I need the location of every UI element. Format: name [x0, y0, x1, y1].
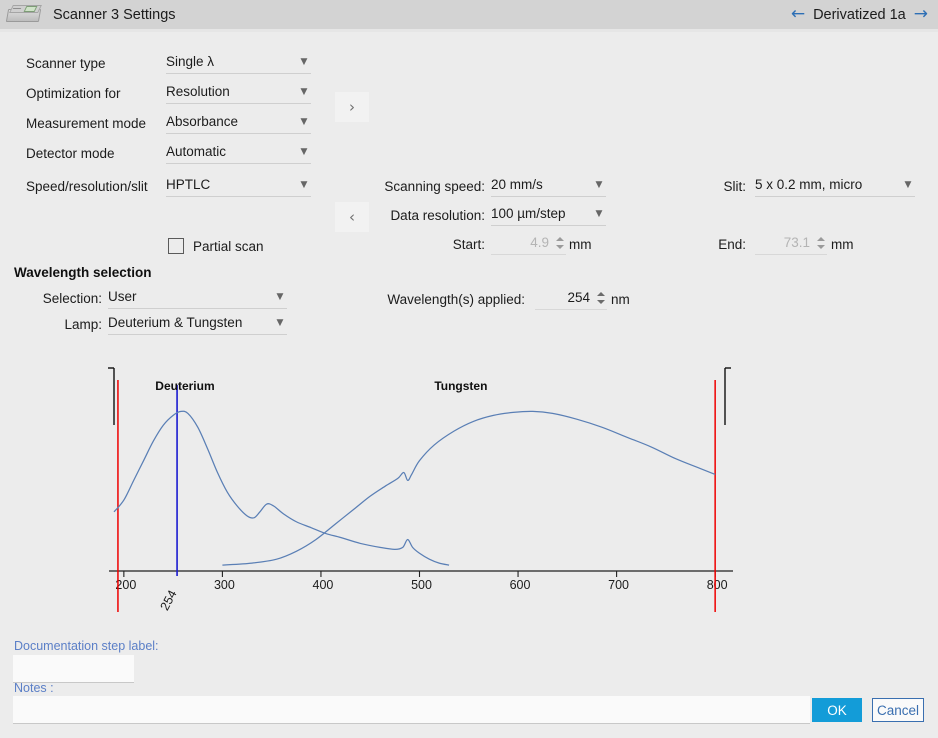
speed-resolution-slit-label: Speed/resolution/slit	[26, 179, 148, 194]
data-resolution-label: Data resolution:	[390, 208, 485, 223]
scanner-type-label: Scanner type	[26, 56, 106, 71]
chevron-down-icon: ▼	[300, 56, 308, 67]
title-bar: Scanner 3 Settings ← Derivatized 1a →	[0, 0, 938, 29]
optimization-for-value: Resolution	[166, 84, 230, 99]
scanner-settings-dialog: Scanner 3 Settings ← Derivatized 1a → Sc…	[0, 0, 938, 738]
chevron-down-icon: ▼	[595, 179, 603, 190]
series-tungsten	[222, 410, 716, 566]
checkbox-box-icon	[168, 238, 184, 254]
chevron-down-icon: ▼	[300, 179, 308, 190]
scanning-speed-label: Scanning speed:	[384, 179, 485, 194]
data-resolution-value: 100 µm/step	[491, 206, 566, 221]
start-value: 4.9	[530, 235, 549, 250]
wavelength-selection-title: Wavelength selection	[14, 265, 152, 280]
lamp-spectrum-chart: 200 300 400 500 600 700 800 254 Deuterium Tungste…	[0, 350, 938, 625]
measurement-mode-dropdown[interactable]: Absorbance ▼	[166, 110, 311, 134]
svg-text:600: 600	[510, 578, 531, 592]
slit-label: Slit:	[723, 179, 746, 194]
annotation-tungsten: Tungsten	[434, 379, 487, 393]
start-label: Start:	[452, 237, 485, 252]
svg-text:254: 254	[158, 588, 180, 613]
notes-caption: Notes :	[14, 681, 54, 695]
selection-label: Selection:	[42, 291, 102, 306]
notes-input[interactable]	[13, 696, 810, 724]
selection-dropdown[interactable]: User ▼	[108, 285, 287, 309]
svg-text:400: 400	[313, 578, 334, 592]
chevron-down-icon: ▼	[300, 86, 308, 97]
wavelength-stepper-icon[interactable]	[596, 289, 607, 307]
optimization-for-label: Optimization for	[26, 86, 121, 101]
end-unit: mm	[831, 237, 854, 252]
end-stepper-icon[interactable]	[816, 234, 827, 252]
previous-record-icon[interactable]: ←	[791, 6, 805, 23]
speed-resolution-slit-value: HPTLC	[166, 177, 211, 192]
chevron-down-icon: ▼	[595, 208, 603, 219]
lamp-dropdown[interactable]: Deuterium & Tungsten ▼	[108, 311, 287, 335]
svg-text:700: 700	[608, 578, 629, 592]
scanning-speed-value: 20 mm/s	[491, 177, 543, 192]
svg-text:800: 800	[707, 578, 728, 592]
speed-resolution-slit-dropdown[interactable]: HPTLC ▼	[166, 173, 311, 197]
scanner-device-icon	[5, 3, 43, 27]
annotation-deuterium: Deuterium	[155, 379, 214, 393]
wavelengths-applied-unit: nm	[611, 292, 630, 307]
end-label: End:	[718, 237, 746, 252]
series-deuterium	[113, 410, 450, 566]
chevron-down-icon: ▼	[276, 317, 284, 328]
detector-mode-label: Detector mode	[26, 146, 115, 161]
chevron-down-icon: ▼	[300, 146, 308, 157]
svg-text:300: 300	[214, 578, 235, 592]
chevron-down-icon: ▼	[300, 116, 308, 127]
current-record-label: Derivatized 1a	[813, 6, 906, 23]
documentation-step-label-input[interactable]	[13, 655, 134, 683]
wavelengths-applied-label: Wavelength(s) applied:	[387, 292, 525, 307]
measurement-mode-value: Absorbance	[166, 114, 239, 129]
start-stepper-icon[interactable]	[555, 234, 566, 252]
slit-value: 5 x 0.2 mm, micro	[755, 177, 863, 192]
scanner-type-value: Single λ	[166, 54, 215, 69]
chevron-down-icon: ▼	[276, 291, 284, 302]
optimization-for-dropdown[interactable]: Resolution ▼	[166, 80, 311, 104]
chevron-down-icon: ▼	[904, 179, 912, 190]
spectrum-plot: 200 300 400 500 600 700 800254Deuterium Tungste…	[108, 367, 733, 613]
start-input[interactable]: 4.9	[491, 231, 566, 255]
measurement-mode-label: Measurement mode	[26, 116, 147, 131]
detector-mode-dropdown[interactable]: Automatic ▼	[166, 140, 311, 164]
wavelengths-applied-value: 254	[567, 290, 590, 305]
lamp-value: Deuterium & Tungsten	[108, 315, 243, 330]
expand-right-button[interactable]: ›	[335, 92, 369, 122]
slit-dropdown[interactable]: 5 x 0.2 mm, micro ▼	[755, 173, 915, 197]
cancel-button[interactable]: Cancel	[872, 698, 924, 722]
end-input[interactable]: 73.1	[755, 231, 827, 255]
selection-value: User	[108, 289, 137, 304]
lamp-label: Lamp:	[64, 317, 102, 332]
record-navigator: ← Derivatized 1a →	[791, 0, 928, 29]
ok-button[interactable]: OK	[812, 698, 862, 722]
start-unit: mm	[569, 237, 592, 252]
documentation-step-label-caption: Documentation step label:	[14, 639, 159, 653]
data-resolution-dropdown[interactable]: 100 µm/step ▼	[491, 202, 606, 226]
titlebar-divider	[0, 29, 938, 32]
end-value: 73.1	[783, 235, 810, 250]
partial-scan-label: Partial scan	[193, 238, 264, 254]
svg-text:500: 500	[411, 578, 432, 592]
detector-mode-value: Automatic	[166, 144, 227, 159]
window-title: Scanner 3 Settings	[53, 6, 176, 23]
scanner-type-dropdown[interactable]: Single λ ▼	[166, 50, 311, 74]
partial-scan-checkbox[interactable]: Partial scan	[168, 238, 264, 254]
next-record-icon[interactable]: →	[914, 6, 928, 23]
scanning-speed-dropdown[interactable]: 20 mm/s ▼	[491, 173, 606, 197]
wavelengths-applied-input[interactable]: 254	[535, 286, 607, 310]
